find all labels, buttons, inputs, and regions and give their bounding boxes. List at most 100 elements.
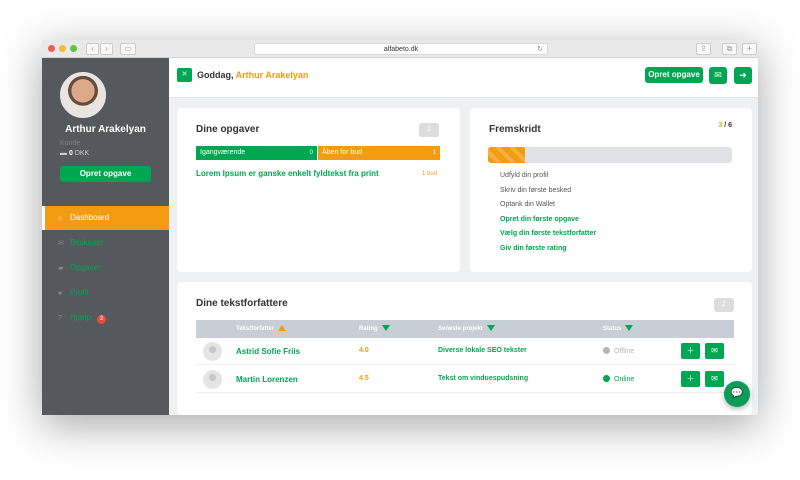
task-status-tabs: Igangværende 0 Åben for bud 1	[196, 146, 440, 160]
progress-done: 3	[718, 122, 723, 129]
maximize-window-icon[interactable]	[70, 45, 77, 52]
progress-step[interactable]: Giv din første rating	[500, 245, 567, 252]
envelope-icon: ✉	[58, 240, 64, 247]
col-project[interactable]: Seneste projekt	[438, 320, 495, 338]
forward-icon[interactable]: ›	[100, 43, 113, 55]
writers-count-badge: 2	[714, 298, 734, 312]
sidebar-item-label: Profil	[70, 288, 89, 297]
wallet-icon: ▬	[60, 150, 67, 157]
home-icon: ⌂	[58, 215, 63, 222]
sidebar-toggle-icon[interactable]: ▭	[120, 43, 136, 55]
tabs-icon[interactable]: ⧉	[722, 43, 737, 55]
writer-project[interactable]: Tekst om vinduespudsning	[438, 375, 528, 382]
add-writer-button[interactable]: ＋	[681, 371, 700, 387]
writers-title: Dine tekstforfattere	[196, 298, 288, 309]
reload-icon[interactable]: ↻	[537, 44, 543, 55]
writer-status: Online	[603, 375, 634, 383]
share-icon[interactable]: ⇪	[696, 43, 711, 55]
sidebar-item-tasks[interactable]: ▰ Opgaver	[42, 256, 169, 280]
progress-sep: /	[724, 122, 727, 129]
new-tab-icon[interactable]: +	[742, 43, 757, 55]
tab-count: 0	[309, 150, 313, 156]
help-icon: ?	[58, 315, 62, 322]
sort-desc-icon	[625, 325, 634, 332]
writers-card: Dine tekstforfattere 2 Tekstforfatter Ra…	[177, 282, 752, 415]
greeting: Goddag, Arthur Arakelyan	[197, 70, 308, 80]
progress-step[interactable]: Vælg din første tekstforfatter	[500, 230, 596, 237]
tab-label: Igangværende	[200, 149, 246, 156]
progress-step: Udfyld din profil	[500, 172, 549, 179]
minimize-window-icon[interactable]	[59, 45, 66, 52]
progress-fill	[488, 147, 525, 163]
task-bid-count: 1 bud	[422, 171, 438, 177]
task-link[interactable]: Lorem Ipsum er ganske enkelt fyldtekst f…	[196, 169, 379, 178]
writers-table-header: Tekstforfatter Rating Seneste projekt St…	[196, 320, 734, 338]
sidebar-item-messages[interactable]: ✉ Beskeder	[42, 231, 169, 255]
col-status[interactable]: Status	[603, 320, 634, 338]
logout-icon[interactable]: ➜	[734, 67, 752, 84]
col-rating[interactable]: Rating	[359, 320, 390, 338]
add-writer-button[interactable]: ＋	[681, 343, 700, 359]
menu-toggle-icon[interactable]: ✕	[177, 68, 192, 82]
tab-label: Åben for bud	[322, 149, 363, 156]
writer-project[interactable]: Diverse lokale SEO tekster	[438, 347, 527, 354]
sidebar-item-help[interactable]: ? Hjælp 3	[42, 306, 169, 330]
avatar[interactable]	[60, 72, 106, 118]
message-writer-button[interactable]: ✉	[705, 371, 724, 387]
sort-desc-icon	[381, 325, 390, 332]
avatar[interactable]	[203, 370, 222, 389]
create-task-button[interactable]: Opret opgave	[645, 67, 703, 83]
main-content: ✕ Goddag, Arthur Arakelyan Opret opgave …	[169, 58, 758, 415]
sort-asc-icon	[278, 325, 287, 332]
progress-step[interactable]: Opret din første opgave	[500, 216, 579, 223]
writer-rating: 4.5	[359, 375, 369, 382]
writer-name[interactable]: Astrid Sofie Friis	[236, 347, 300, 356]
folder-icon: ▰	[58, 265, 64, 272]
avatar[interactable]	[203, 342, 222, 361]
top-bar: ✕ Goddag, Arthur Arakelyan Opret opgave …	[169, 58, 758, 98]
progress-step: Skriv din første besked	[500, 186, 572, 194]
balance-value: 0	[68, 150, 73, 157]
status-dot-icon	[603, 347, 610, 354]
progress-title: Fremskridt	[489, 124, 541, 135]
sidebar-item-label: Opgaver	[70, 263, 101, 272]
sidebar-item-label: Beskeder	[70, 238, 104, 247]
address-bar[interactable]: alfabeto.dk ↻	[254, 43, 548, 55]
writer-rating: 4.0	[359, 347, 369, 354]
sidebar: Arthur Arakelyan Kunde ▬ 0 DKK Opret opg…	[42, 58, 169, 415]
tab-open-for-bids[interactable]: Åben for bud 1	[318, 146, 440, 160]
tasks-title: Dine opgaver	[196, 124, 260, 135]
sidebar-item-dashboard[interactable]: ⌂ Dashboard	[42, 206, 169, 230]
back-icon[interactable]: ‹	[86, 43, 99, 55]
tab-in-progress[interactable]: Igangværende 0	[196, 146, 317, 160]
progress-bar	[488, 147, 732, 163]
user-icon: ●	[58, 290, 63, 297]
message-writer-button[interactable]: ✉	[705, 343, 724, 359]
progress-ratio: 3 / 6	[718, 122, 732, 129]
balance-currency: DKK	[74, 150, 90, 157]
sidebar-item-profile[interactable]: ● Profil	[42, 281, 169, 305]
col-writer[interactable]: Tekstforfatter	[236, 320, 287, 338]
table-row: Martin Lorenzen 4.5 Tekst om vinduespudsni…	[196, 366, 734, 393]
chat-icon[interactable]: 💬	[724, 381, 750, 407]
greeting-name: Arthur Arakelyan	[235, 70, 309, 80]
browser-window: ‹ › ▭ alfabeto.dk ↻ ⇪ ⧉ + Arthur Arakely…	[42, 40, 758, 415]
close-window-icon[interactable]	[48, 45, 55, 52]
table-row: Astrid Sofie Friis 4.0 Diverse lokale SEO …	[196, 338, 734, 365]
tasks-card: Dine opgaver 1 Igangværende 0 Åben for b…	[177, 108, 460, 272]
writer-name[interactable]: Martin Lorenzen	[236, 375, 298, 384]
tab-count: 1	[432, 150, 436, 156]
sidebar-item-label: Dashboard	[70, 213, 110, 222]
browser-titlebar: ‹ › ▭ alfabeto.dk ↻ ⇪ ⧉ +	[42, 40, 758, 58]
profile-role: Kunde	[60, 140, 81, 147]
profile-name: Arthur Arakelyan	[65, 124, 146, 135]
greeting-text: Goddag,	[197, 70, 234, 80]
messages-icon[interactable]: ✉	[709, 67, 727, 84]
wallet-balance: ▬ 0 DKK	[60, 150, 89, 157]
sort-desc-icon	[486, 325, 495, 332]
writer-status: Offline	[603, 347, 634, 355]
sidebar-create-task-button[interactable]: Opret opgave	[60, 166, 151, 182]
progress-card: Fremskridt 3 / 6 Udfyld din profil Skriv …	[470, 108, 752, 272]
sidebar-item-label: Hjælp	[70, 313, 91, 322]
tasks-count-badge: 1	[419, 123, 439, 137]
